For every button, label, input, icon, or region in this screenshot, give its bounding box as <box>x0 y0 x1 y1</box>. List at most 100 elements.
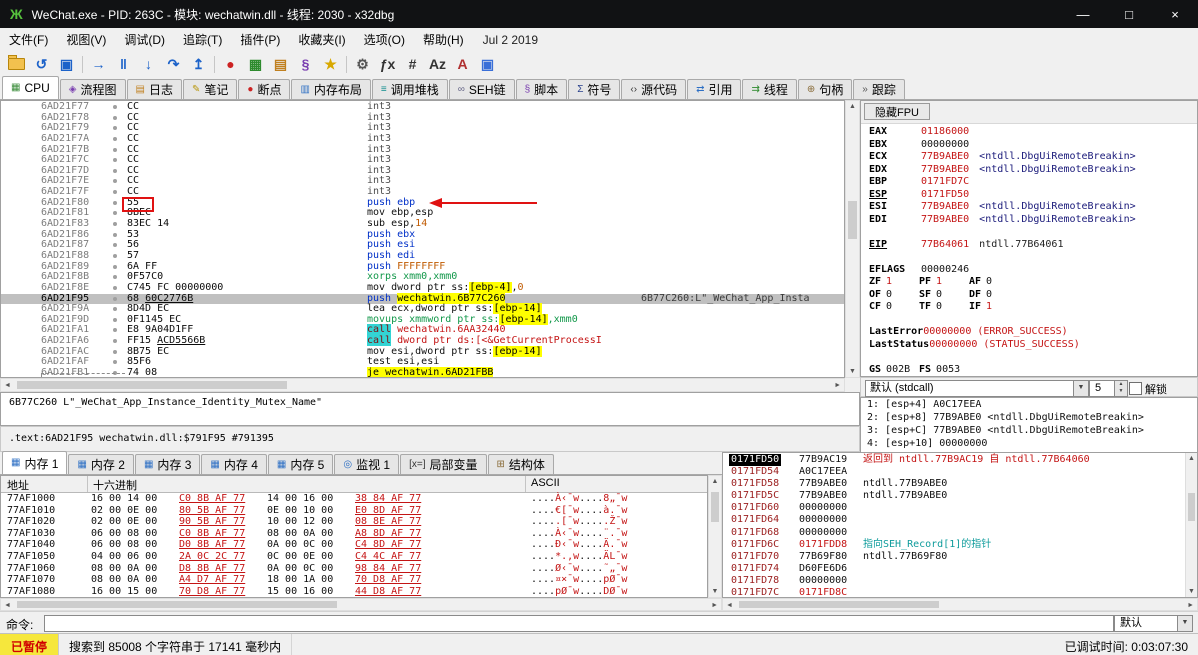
menu-help[interactable]: 帮助(H) <box>414 28 473 51</box>
scroll-thumb[interactable] <box>1188 493 1195 521</box>
stepper-arrows-icon[interactable]: ▲ ▼ <box>1114 381 1127 396</box>
stack-row[interactable]: 0171FD6C 0171FDD8 指向SEH_Record[1]的指针 <box>723 539 1185 551</box>
tab-dump-2[interactable]: ▦ 内存 2 <box>68 454 134 474</box>
tab-notes[interactable]: ✎ 笔记 <box>182 79 238 99</box>
column-divider[interactable] <box>87 476 88 492</box>
dump-vscrollbar[interactable]: ▲ ▼ <box>708 475 722 598</box>
stack-row[interactable]: 0171FD74 D60FE6D6 <box>723 563 1185 575</box>
tab-source[interactable]: ‹› 源代码 <box>621 79 687 99</box>
tab-locals[interactable]: [x=] 局部变量 <box>400 454 487 474</box>
stack-pane[interactable]: 0171FD50 77B9AC19 返回到 ntdll.77B9AC19 自 ntd… <box>722 452 1198 598</box>
chevron-down-icon[interactable]: ▼ <box>1177 616 1192 631</box>
register-row[interactable]: EIP 77B64061 ntdll.77B64061 <box>861 239 1197 252</box>
menu-options[interactable]: 选项(O) <box>355 28 414 51</box>
stack-row[interactable]: 0171FD78 00000000 <box>723 575 1185 587</box>
disasm-row[interactable]: 6AD21FB1 74 08 je wechatwin.6AD21FBB <box>1 367 844 377</box>
disassembly-pane[interactable]: 6AD21F77 CC int3 6AD21F78 CC int3 6AD21F79 CC in… <box>0 100 845 378</box>
tab-seh[interactable]: ∞ SEH链 <box>448 79 515 99</box>
scroll-thumb[interactable] <box>711 492 719 522</box>
argument-depth-stepper[interactable]: 5 ▲ ▼ <box>1089 380 1128 397</box>
stack-row[interactable]: 0171FD60 00000000 <box>723 502 1185 514</box>
scroll-up-icon[interactable]: ▲ <box>1186 455 1197 462</box>
scroll-down-icon[interactable]: ▼ <box>709 588 721 595</box>
tab-log[interactable]: ▤ 日志 <box>126 79 182 99</box>
register-row[interactable]: EDI 77B9ABE0 <ntdll.DbgUiRemoteBreakin> <box>861 214 1197 227</box>
dump-row[interactable]: 77AF1030 06 00 08 00 C0 8B AF 77 08 00 0A 0… <box>1 528 707 540</box>
script-button[interactable]: § <box>293 53 318 75</box>
scroll-thumb[interactable] <box>739 601 939 608</box>
tab-call-stack[interactable]: ≡ 调用堆栈 <box>371 79 448 99</box>
step-over-button[interactable]: ↷ <box>161 53 186 75</box>
register-row[interactable] <box>861 251 1197 264</box>
scroll-down-icon[interactable]: ▼ <box>1186 588 1197 595</box>
stack-row[interactable]: 0171FD70 77B69F80 ntdll.77B69F80 <box>723 551 1185 563</box>
dump-row[interactable]: 77AF1010 02 00 0E 00 80 5B AF 77 0E 00 10 0… <box>1 505 707 517</box>
chevron-down-icon[interactable]: ▼ <box>1073 381 1088 396</box>
memory-dump-pane[interactable]: 地址 十六进制 ASCII 77AF1000 16 00 14 00 C0 8B A… <box>0 475 708 598</box>
menu-plugins[interactable]: 插件(P) <box>231 28 289 51</box>
tab-trace[interactable]: » 跟踪 <box>853 79 905 99</box>
command-profile-select[interactable]: 默认 ▼ <box>1114 615 1193 632</box>
argument-row[interactable]: 3: [esp+C] 77B9ABE0 <ntdll.DbgUiRemoteBr… <box>861 424 1197 437</box>
scroll-thumb[interactable] <box>848 201 857 239</box>
tab-struct[interactable]: ⊞ 结构体 <box>487 454 554 474</box>
tab-dump-1[interactable]: ▦ 内存 1 <box>2 451 68 474</box>
dump-row[interactable]: 77AF1070 08 00 0A 00 A4 D7 AF 77 18 00 1A 0… <box>1 574 707 586</box>
tab-breakpoints[interactable]: ● 断点 <box>238 79 291 99</box>
favourites-button[interactable]: ★ <box>318 53 343 75</box>
close-button[interactable]: × <box>1152 0 1198 28</box>
register-row[interactable]: LastStatus00000000 (STATUS_SUCCESS) <box>861 339 1197 352</box>
pause-button[interactable]: ‖ <box>111 53 136 75</box>
register-row[interactable] <box>861 351 1197 364</box>
tab-handles[interactable]: ⊕ 句柄 <box>797 79 853 99</box>
argument-row[interactable]: 1: [esp+4] A0C17EEA <box>861 398 1197 411</box>
tab-watch-1[interactable]: ◎ 监视 1 <box>334 454 400 474</box>
tab-script[interactable]: § 脚本 <box>515 79 568 99</box>
dump-row[interactable]: 77AF1080 16 00 15 00 70 D8 AF 77 15 00 16 0… <box>1 586 707 597</box>
menu-file[interactable]: 文件(F) <box>0 28 57 51</box>
scroll-left-icon[interactable]: ◄ <box>4 602 11 609</box>
stack-row[interactable]: 0171FD50 77B9AC19 返回到 ntdll.77B9AC19 自 ntd… <box>723 454 1185 467</box>
execute-till-return-button[interactable]: ↥ <box>186 53 211 75</box>
tab-graph[interactable]: ◈ 流程图 <box>59 79 126 99</box>
stack-hscrollbar[interactable]: ◄ ► <box>722 598 1198 611</box>
scroll-right-icon[interactable]: ► <box>834 382 841 389</box>
register-row[interactable]: EBX 00000000 <box>861 139 1197 152</box>
stack-row[interactable]: 0171FD68 00000000 <box>723 527 1185 539</box>
settings-button[interactable]: ⚙ <box>350 53 375 75</box>
tab-dump-5[interactable]: ▦ 内存 5 <box>267 454 334 474</box>
tab-references[interactable]: ⇄ 引用 <box>687 79 742 99</box>
step-into-button[interactable]: ↓ <box>136 53 161 75</box>
scroll-left-icon[interactable]: ◄ <box>4 382 11 389</box>
maximize-button[interactable]: □ <box>1106 0 1152 28</box>
system-button[interactable]: ▣ <box>475 53 500 75</box>
open-file-button[interactable] <box>4 53 29 75</box>
argument-row[interactable]: 4: [esp+10] 00000000 <box>861 437 1197 450</box>
command-input[interactable] <box>44 615 1114 632</box>
register-row[interactable]: ESI 77B9ABE0 <ntdll.DbgUiRemoteBreakin> <box>861 201 1197 214</box>
tab-cpu[interactable]: ▦ CPU <box>2 76 59 99</box>
unlock-checkbox[interactable] <box>1129 382 1142 395</box>
disassembly-vscrollbar[interactable]: ▲ ▼ <box>845 100 860 378</box>
stack-vscrollbar[interactable]: ▲ ▼ <box>1185 453 1197 597</box>
register-row[interactable]: EFLAGS 00000246 <box>861 264 1197 277</box>
menu-debug[interactable]: 调试(D) <box>115 28 174 51</box>
disassembly-hscrollbar[interactable]: ◄ ► <box>0 378 845 392</box>
calling-convention-select[interactable]: 默认 (stdcall) ▼ <box>865 380 1089 397</box>
restart-button[interactable]: ↺ <box>29 53 54 75</box>
argument-row[interactable]: 2: [esp+8] 77B9ABE0 <ntdll.DbgUiRemoteBr… <box>861 411 1197 424</box>
memory-map-button[interactable]: ▦ <box>243 53 268 75</box>
scroll-down-icon[interactable]: ▼ <box>846 368 859 375</box>
register-row[interactable]: ZF 1 PF 1 AF 0 <box>861 276 1197 289</box>
arguments-pane[interactable]: 1: [esp+4] A0C17EEA 2: [esp+8] 77B9ABE0 <… <box>860 397 1198 453</box>
register-row[interactable]: GS 002B FS 0053 <box>861 364 1197 377</box>
registers-pane[interactable]: 隐藏FPU EAX 01186000 EBX 00000000 ECX 77B9ABE0 <… <box>860 100 1198 377</box>
scroll-right-icon[interactable]: ► <box>711 602 718 609</box>
close-debuggee-button[interactable]: ▣ <box>54 53 79 75</box>
register-row[interactable]: EBP 0171FD7C <box>861 176 1197 189</box>
register-row[interactable]: ESP 0171FD50 <box>861 189 1197 202</box>
dump-row[interactable]: 77AF1000 16 00 14 00 C0 8B AF 77 14 00 16 0… <box>1 493 707 505</box>
tab-symbols[interactable]: Σ 符号 <box>568 79 621 99</box>
dump-row[interactable]: 77AF1060 08 00 0A 00 D8 8B AF 77 0A 00 0C 0… <box>1 563 707 575</box>
stack-row[interactable]: 0171FD54 A0C17EEA <box>723 466 1185 478</box>
